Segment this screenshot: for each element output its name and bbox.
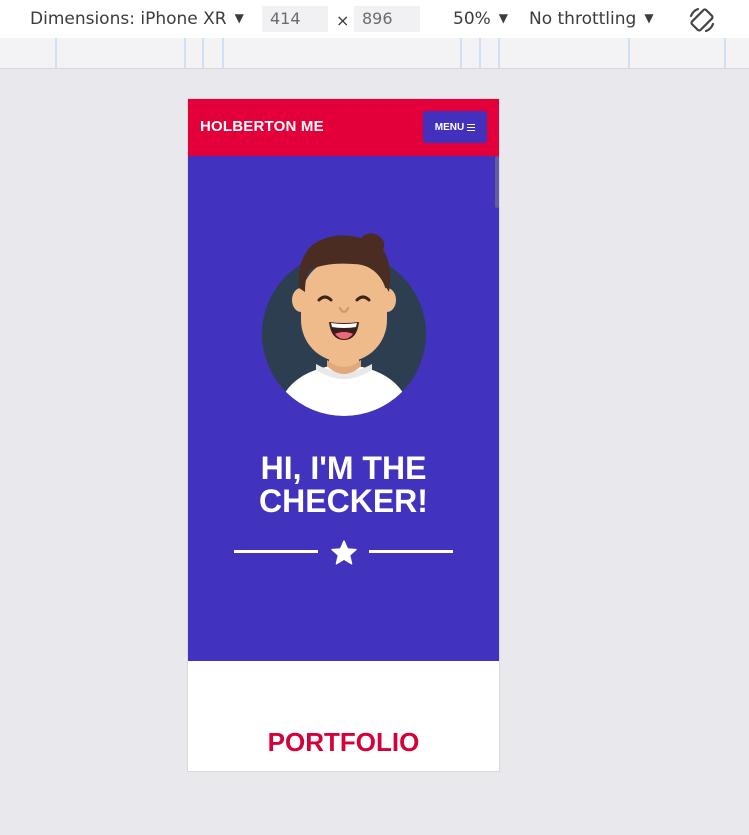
avatar-illustration [262,233,426,416]
ruler-tick[interactable] [202,38,204,68]
chevron-down-icon: ▼ [498,11,509,25]
site-header: HOLBERTON ME MENU [188,99,499,156]
divider-line-right [369,550,453,553]
site-brand[interactable]: HOLBERTON ME [200,118,324,135]
height-input[interactable]: 896 [354,6,420,32]
device-select-label: Dimensions: iPhone XR [30,9,227,29]
throttling-select-label: No throttling [529,9,637,29]
device-viewport: HOLBERTON ME MENU HI, I'M THE CHECKER! P… [188,99,499,771]
ruler-tick[interactable] [628,38,630,68]
height-value: 896 [362,9,393,28]
hero-title-text: HI, I'M THE CHECKER! [259,450,428,519]
portfolio-title: PORTFOLIO [267,727,420,757]
divider-line-left [234,550,318,553]
times-icon: × [336,11,350,30]
throttling-select[interactable]: No throttling ▼ [529,9,654,30]
portfolio-section: PORTFOLIO [188,661,499,771]
width-input[interactable]: 414 [262,6,328,32]
chevron-down-icon: ▼ [644,11,654,25]
ruler-tick[interactable] [55,38,57,68]
ruler-tick[interactable] [184,38,186,68]
menu-button[interactable]: MENU [423,111,487,143]
star-icon [331,540,357,565]
media-query-ruler [0,38,749,69]
device-select[interactable]: Dimensions: iPhone XR ▼ [30,9,244,30]
chevron-down-icon: ▼ [234,11,244,25]
devtools-device-toolbar: Dimensions: iPhone XR ▼ 414 × 896 50% ▼ No… [0,0,749,38]
width-value: 414 [270,9,301,28]
ruler-tick[interactable] [479,38,481,68]
ruler-tick[interactable] [460,38,462,68]
viewport-scrollbar[interactable] [495,156,499,208]
ruler-tick[interactable] [498,38,500,68]
bars-icon [467,123,476,131]
ruler-tick[interactable] [724,38,726,68]
rotate-icon[interactable] [686,4,718,36]
ruler-tick[interactable] [222,38,224,68]
hero-title: HI, I'M THE CHECKER! [188,452,499,518]
hero-section: HI, I'M THE CHECKER! [188,156,499,661]
zoom-select[interactable]: 50% ▼ [453,9,508,30]
menu-button-label: MENU [434,121,465,133]
zoom-select-label: 50% [453,9,491,29]
